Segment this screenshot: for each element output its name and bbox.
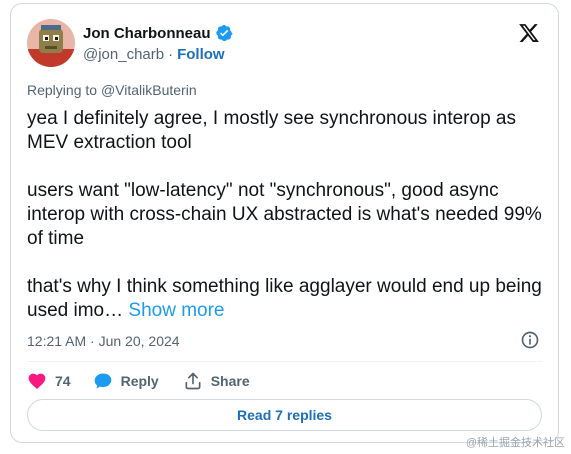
reply-label: Reply [120,373,159,389]
handle-separator: · [168,46,174,63]
reply-mention-link[interactable]: @VitalikButerin [101,82,197,98]
read-replies-button[interactable]: Read 7 replies [27,399,542,431]
share-label: Share [210,373,250,389]
like-button[interactable]: 74 [27,371,71,391]
info-icon[interactable] [520,330,540,350]
x-logo-icon[interactable] [518,22,540,44]
tweet-text: yea I definitely agree, I mostly see syn… [27,107,547,323]
tweet-paragraph: users want "low-latency" not "synchronou… [27,180,542,249]
share-button[interactable]: Share [183,371,250,391]
heart-icon [28,373,46,389]
author-name-row: Jon Charbonneau [83,23,233,43]
verified-badge-icon [215,24,233,42]
tweet-card: Jon Charbonneau @jon_charb · Follow Repl… [10,3,559,443]
replying-to-prefix: Replying to [27,82,98,98]
follow-button[interactable]: Follow [177,46,225,63]
reply-button[interactable]: Reply [93,371,159,391]
author-handle-row: @jon_charb · Follow [83,46,225,63]
tweet-timestamp[interactable]: 12:21 AM · Jun 20, 2024 [27,333,180,349]
watermark: @稀土掘金技术社区 [465,437,565,449]
author-display-name[interactable]: Jon Charbonneau [83,25,211,42]
share-icon [185,372,201,390]
tweet-paragraph: yea I definitely agree, I mostly see syn… [27,108,516,153]
like-count: 74 [55,373,71,389]
reply-bubble-icon [94,373,111,389]
tweet-actions: 74 Reply Share [27,367,274,395]
replying-to-line: Replying to @VitalikButerin [27,82,197,98]
tweet-paragraph-last: that's why I think something like agglay… [27,275,547,323]
show-more-link[interactable]: Show more [128,300,224,321]
avatar-image [27,19,75,67]
actions-divider [27,361,542,362]
author-handle[interactable]: @jon_charb [83,46,164,63]
tweet-paragraph-text: that's why I think something like agglay… [27,276,542,321]
avatar[interactable] [27,19,75,67]
